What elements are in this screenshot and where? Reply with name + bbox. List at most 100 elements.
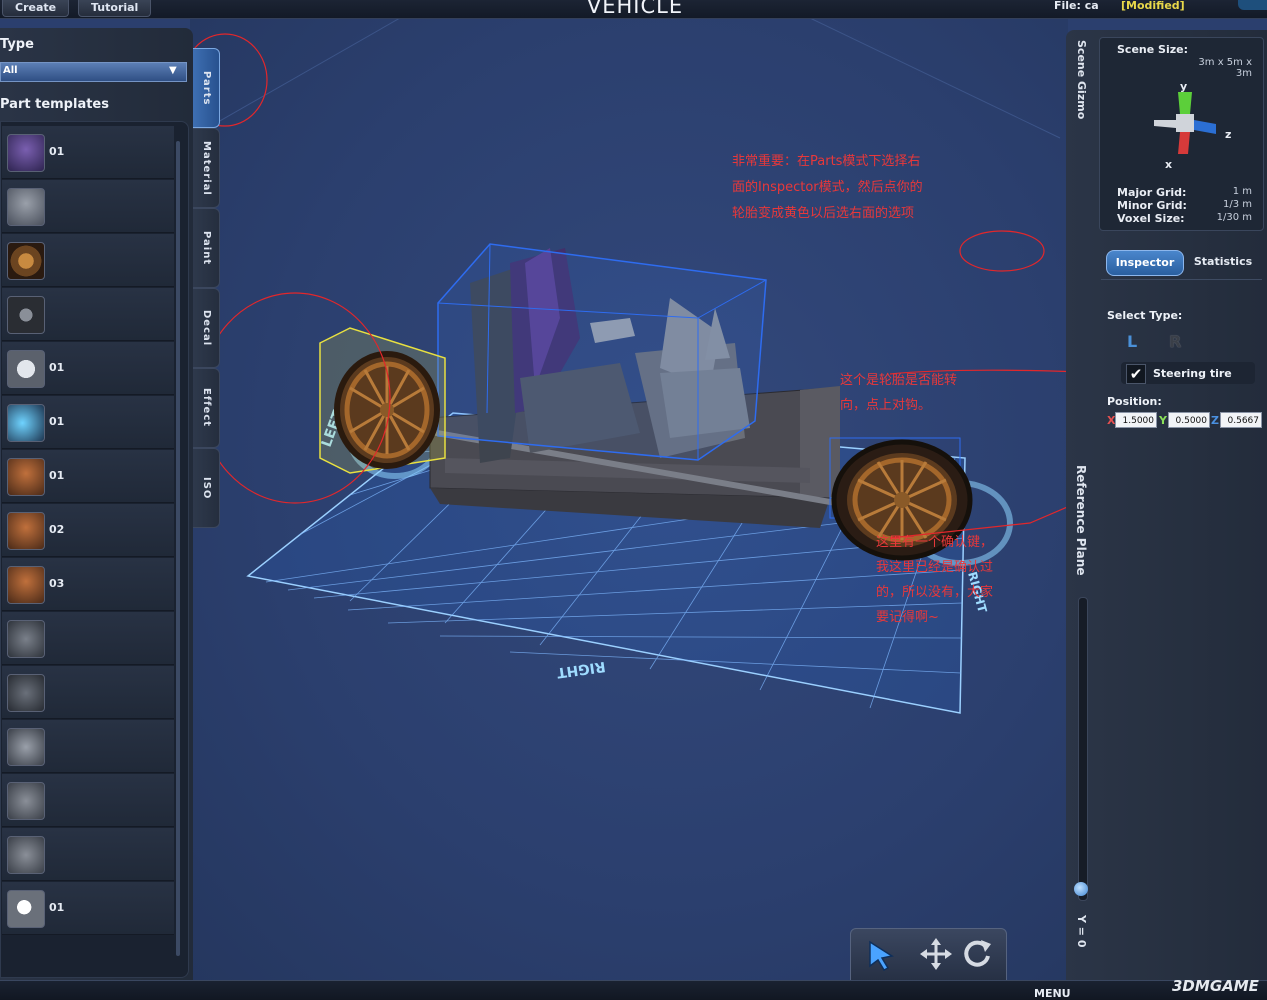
- list-item[interactable]: [2, 774, 174, 827]
- list-item[interactable]: 01: [2, 126, 174, 179]
- type-dropdown[interactable]: [0, 62, 187, 82]
- annotation-note3-line3: 的，所以没有，大家: [876, 584, 993, 600]
- list-item[interactable]: [2, 234, 174, 287]
- vehicle-scene[interactable]: LEFT RIGHT RIGHT: [190, 18, 1068, 980]
- close-icon[interactable]: [1238, 0, 1267, 10]
- list-item-label: 01: [49, 361, 65, 374]
- list-item[interactable]: [2, 612, 174, 665]
- scene-size-label: Scene Size:: [1117, 43, 1188, 56]
- list-item[interactable]: [2, 828, 174, 881]
- type-left-button[interactable]: L: [1127, 332, 1137, 351]
- steering-tire-checkbox[interactable]: ✔: [1126, 364, 1146, 384]
- tab-material-label: Material: [201, 140, 212, 196]
- tab-decal[interactable]: Decal: [193, 288, 220, 368]
- annotation-note2-line1: 这个是轮胎是否能转: [840, 372, 957, 388]
- annotation-note1-line1: 非常重要：在Parts模式下选择右: [732, 153, 920, 169]
- list-item-label: 01: [49, 469, 65, 482]
- reference-plane-label: Reference Plane: [1074, 465, 1088, 576]
- chevron-down-icon[interactable]: ▼: [169, 65, 177, 76]
- chair-icon: [7, 188, 45, 226]
- voxel-size-value: 1/30 m: [1216, 212, 1252, 223]
- type-label: Type: [0, 37, 34, 52]
- engine-icon: [7, 566, 45, 604]
- list-item-label: 02: [49, 523, 65, 536]
- gun-icon: [7, 620, 45, 658]
- list-item[interactable]: 01: [2, 882, 174, 935]
- list-item[interactable]: 01: [2, 450, 174, 503]
- tab-inspector[interactable]: Inspector: [1106, 250, 1184, 276]
- list-item[interactable]: [2, 666, 174, 719]
- tab-parts[interactable]: Parts: [193, 48, 220, 128]
- list-scrollbar[interactable]: [176, 141, 180, 956]
- list-item[interactable]: 01: [2, 396, 174, 449]
- rear-wheel[interactable]: [319, 327, 446, 474]
- tab-decal-label: Decal: [201, 309, 212, 347]
- minor-grid-label: Minor Grid:: [1117, 199, 1187, 212]
- list-item-label: 01: [49, 415, 65, 428]
- right-marker: RIGHT: [555, 658, 606, 681]
- menu-button[interactable]: MENU: [1034, 987, 1071, 1000]
- list-item-label: 01: [49, 145, 65, 158]
- create-button[interactable]: Create: [2, 0, 70, 17]
- tab-material[interactable]: Material: [193, 128, 220, 208]
- major-grid-value: 1 m: [1232, 186, 1252, 197]
- turret-icon: [7, 782, 45, 820]
- modified-badge: [Modified]: [1121, 0, 1185, 12]
- select-type-label: Select Type:: [1107, 309, 1183, 322]
- axis-z-label: z: [1225, 128, 1232, 141]
- tutorial-button[interactable]: Tutorial: [78, 0, 152, 17]
- position-y-label: Y: [1159, 414, 1167, 427]
- part-templates-label: Part templates: [0, 97, 109, 112]
- annotation-note3-line2: 我这里已经是确认过: [876, 559, 993, 575]
- launcher-icon: [7, 728, 45, 766]
- list-item-label: 03: [49, 577, 65, 590]
- tab-divider: [1101, 279, 1262, 280]
- seat-icon: [7, 134, 45, 172]
- scene-gizmo-label[interactable]: Scene Gizmo: [1068, 40, 1094, 150]
- list-item[interactable]: [2, 288, 174, 341]
- annotation-note3-line1: 这里有一个确认键，: [876, 534, 993, 550]
- position-z-input[interactable]: 0.5667: [1220, 412, 1262, 428]
- list-item[interactable]: 01: [2, 342, 174, 395]
- engine-icon: [7, 512, 45, 550]
- list-item[interactable]: 02: [2, 504, 174, 557]
- tab-paint-label: Paint: [201, 230, 212, 266]
- rotate-icon[interactable]: [957, 934, 997, 974]
- wooden-wheel-icon: [7, 242, 45, 280]
- position-z-label: Z: [1211, 414, 1219, 427]
- scene-size-value: 3m x 5m x 3m: [1198, 57, 1252, 79]
- reference-plane-slider-handle[interactable]: [1074, 882, 1088, 896]
- annotation-note1-line3: 轮胎变成黄色以后选右面的选项: [732, 205, 914, 221]
- steering-tire-label: Steering tire: [1153, 367, 1232, 380]
- reference-plane-slider[interactable]: [1078, 597, 1088, 901]
- list-item[interactable]: 03: [2, 558, 174, 611]
- engine-icon: [7, 458, 45, 496]
- axis-gizmo-icon[interactable]: [1140, 80, 1230, 170]
- tab-effect[interactable]: Effect: [193, 368, 220, 448]
- cannon-icon: [7, 674, 45, 712]
- thruster-icon: [7, 404, 45, 442]
- major-grid-label: Major Grid:: [1117, 186, 1187, 199]
- tab-effect-label: Effect: [201, 388, 212, 428]
- position-y-input[interactable]: 0.5000: [1168, 412, 1210, 428]
- app-title: VEHICLE: [586, 0, 684, 18]
- alloy-wheel-icon: [7, 350, 45, 388]
- type-right-button[interactable]: R: [1169, 332, 1181, 351]
- move-arrows-icon[interactable]: [916, 934, 956, 974]
- bottom-bar: [0, 980, 1267, 1000]
- list-item-label: 01: [49, 901, 65, 914]
- tab-iso[interactable]: ISO: [193, 448, 220, 528]
- tire-icon: [7, 296, 45, 334]
- list-item[interactable]: [2, 180, 174, 233]
- list-item[interactable]: [2, 720, 174, 773]
- position-x-input[interactable]: 1.5000: [1115, 412, 1157, 428]
- tab-statistics[interactable]: Statistics: [1189, 250, 1257, 274]
- axis-x-label: x: [1165, 158, 1173, 171]
- tab-parts-label: Parts: [201, 70, 212, 106]
- watermark-logo: 3DMGAME: [1172, 977, 1259, 995]
- voxel-size-label: Voxel Size:: [1117, 212, 1185, 225]
- headlight-icon: [7, 890, 45, 928]
- cursor-arrow-icon[interactable]: [860, 934, 900, 974]
- tab-paint[interactable]: Paint: [193, 208, 220, 288]
- file-name: File: ca: [1054, 0, 1099, 12]
